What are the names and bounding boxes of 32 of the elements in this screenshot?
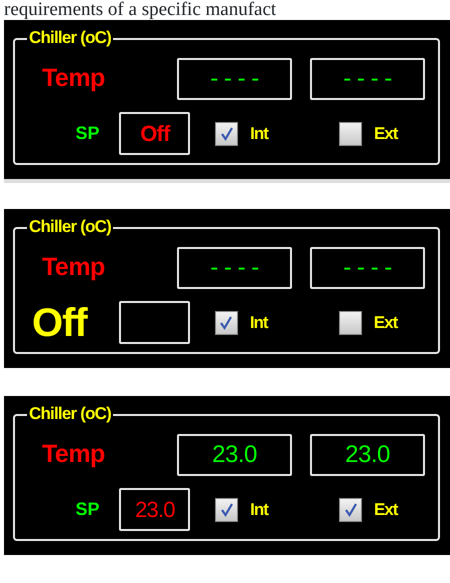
setpoint-field [119,301,190,344]
checked-checkbox[interactable] [339,498,362,522]
temp-readout: 23.0 [177,434,292,476]
checkmark-icon [218,126,235,142]
temp-readout: - - - - [310,247,425,289]
checkbox-label: Ext [374,498,399,521]
temp-readout: - - - - [310,58,425,100]
checkbox-label: Ext [374,312,399,334]
checkbox[interactable] [339,122,362,146]
temp-label: Temp [42,63,106,94]
checkmark-icon [218,502,235,518]
checkbox[interactable] [339,310,362,334]
temp-readout: - - - - [177,247,292,289]
checkmark-icon [342,502,359,518]
setpoint-field: Off [119,112,190,155]
checked-checkbox[interactable] [215,122,238,146]
status-label: Off [32,302,89,342]
checkbox-label: Ext [374,122,399,145]
document-text: requirements of a specific manufact [3,0,278,20]
sp-label: SP [74,498,100,521]
checked-checkbox[interactable] [215,498,238,522]
checkmark-icon [218,314,234,330]
checked-checkbox[interactable] [215,310,238,334]
temp-label: Temp [42,439,106,470]
temp-readout: - - - - [177,58,292,100]
checkbox-label: Int [250,498,270,521]
temp-readout: 23.0 [310,434,425,476]
temp-label: Temp [42,252,106,284]
sp-label: SP [74,122,100,145]
checkbox-label: Int [250,122,270,145]
checkbox-label: Int [250,312,270,334]
setpoint-field: 23.0 [119,488,190,531]
